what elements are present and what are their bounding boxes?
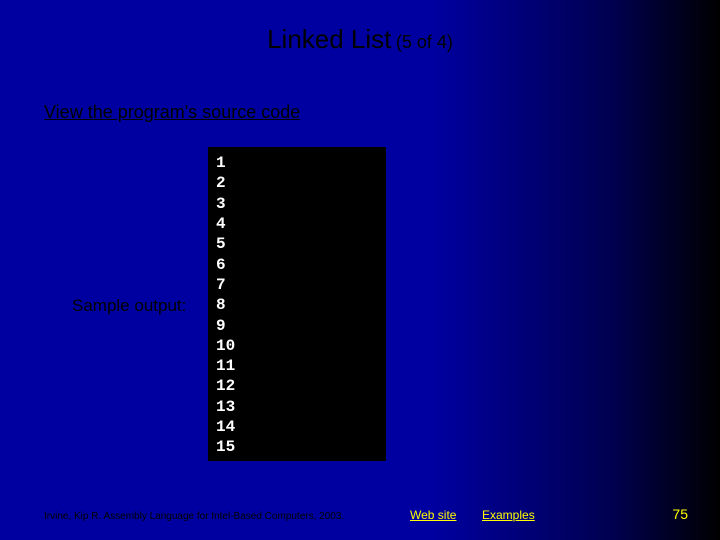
website-link[interactable]: Web site (410, 508, 456, 522)
source-code-link[interactable]: View the program's source code (44, 102, 300, 123)
output-console: 1 2 3 4 5 6 7 8 9 10 11 12 13 14 15 (208, 147, 386, 461)
title-main: Linked List (267, 24, 391, 54)
sample-output-label: Sample output: (72, 296, 186, 316)
title-sub: (5 of 4) (396, 32, 453, 52)
footer: Irvine, Kip R. Assembly Language for Int… (0, 504, 720, 522)
slide-title: Linked List (5 of 4) (0, 0, 720, 55)
examples-link[interactable]: Examples (482, 508, 535, 522)
page-number: 75 (672, 506, 688, 522)
footer-citation: Irvine, Kip R. Assembly Language for Int… (44, 511, 344, 522)
